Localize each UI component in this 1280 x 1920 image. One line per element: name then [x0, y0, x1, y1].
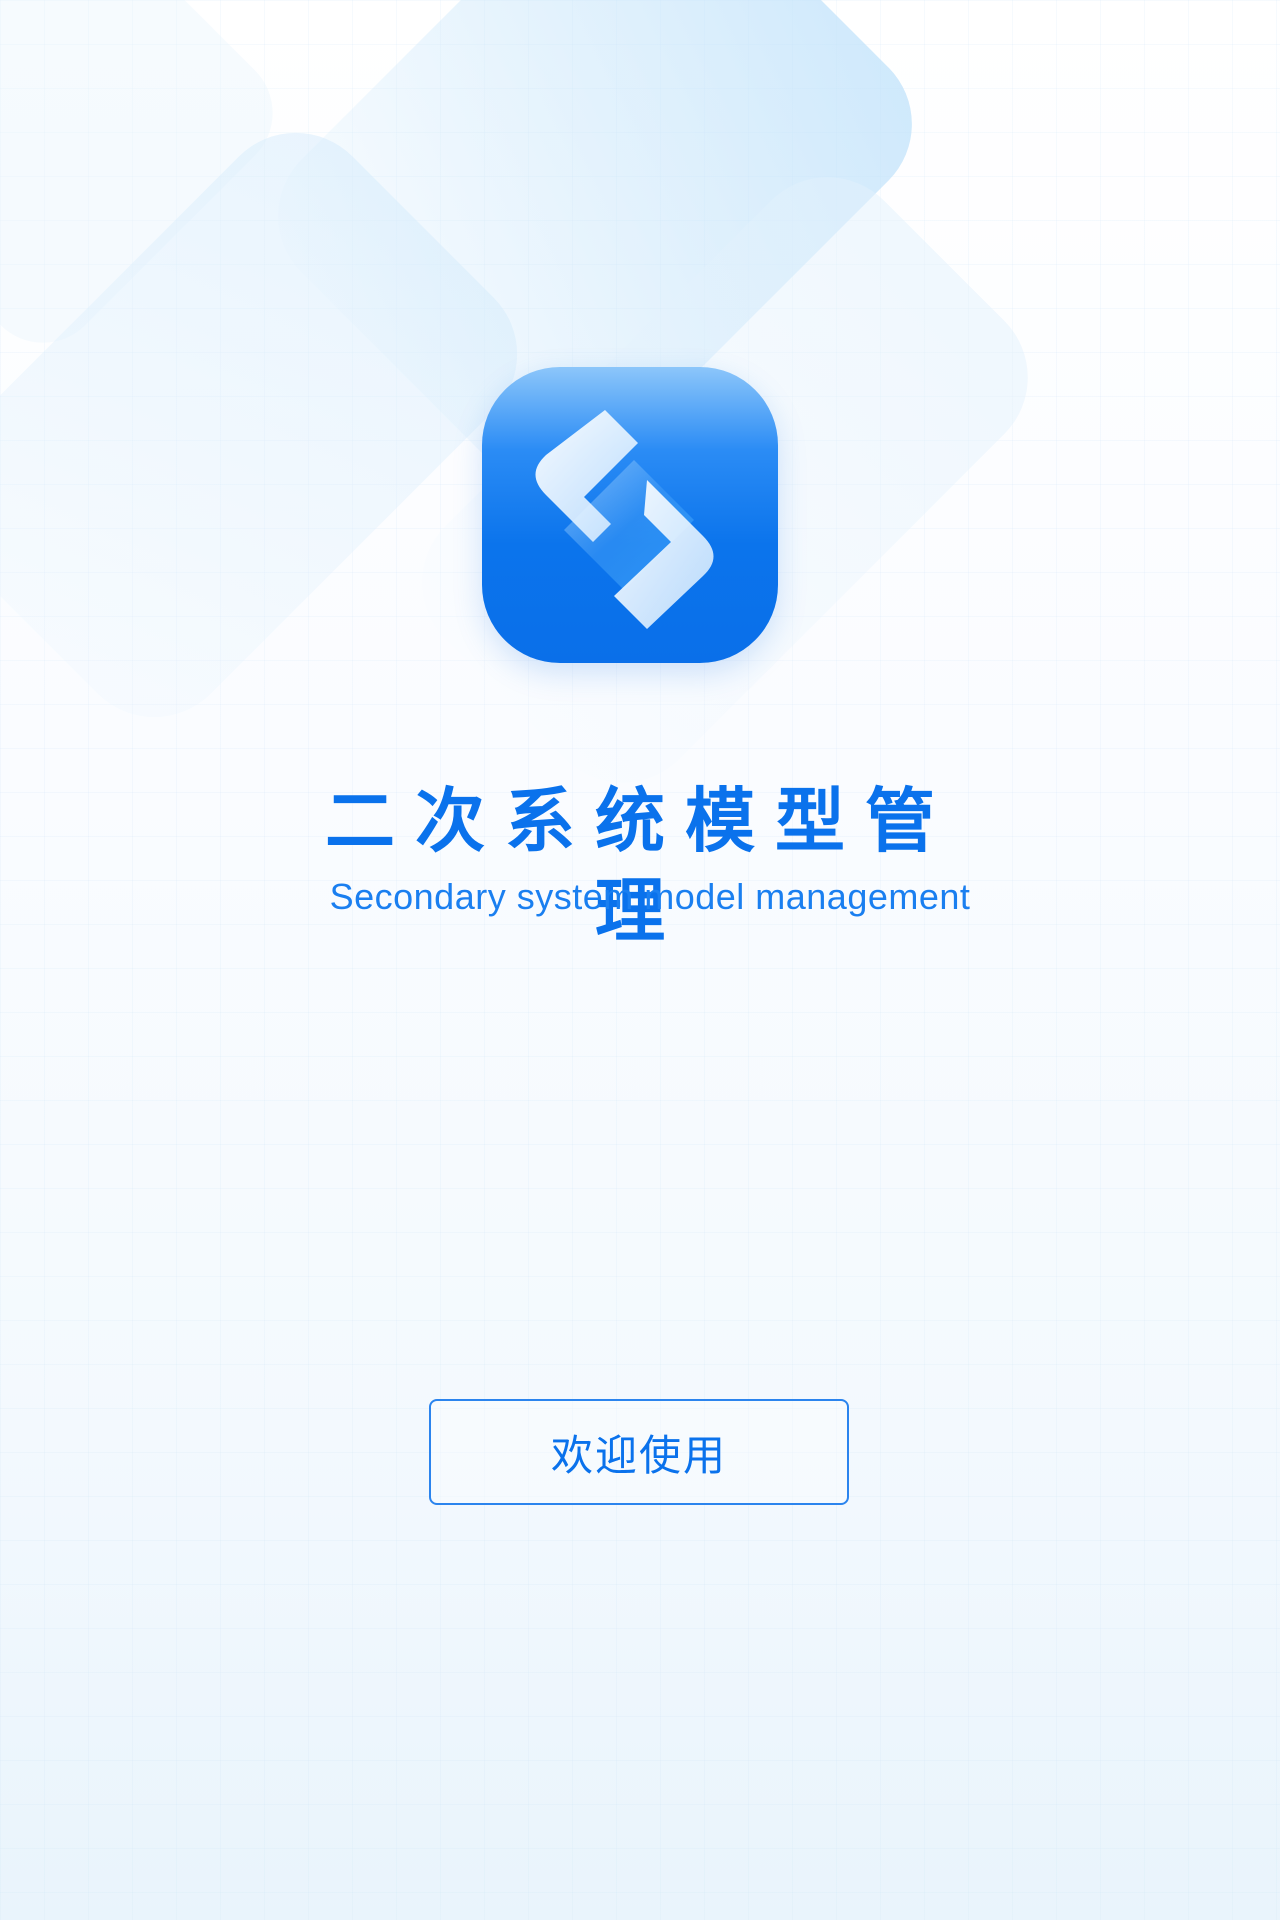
background: [0, 0, 1280, 1920]
app-title-en: Secondary system model management: [329, 876, 971, 917]
welcome-button-label: 欢迎使用: [550, 1430, 727, 1480]
welcome-button[interactable]: 欢迎使用: [429, 1399, 849, 1505]
app-title-cn: 二次系统模型管理: [325, 780, 955, 952]
app-logo-icon: [482, 367, 778, 663]
